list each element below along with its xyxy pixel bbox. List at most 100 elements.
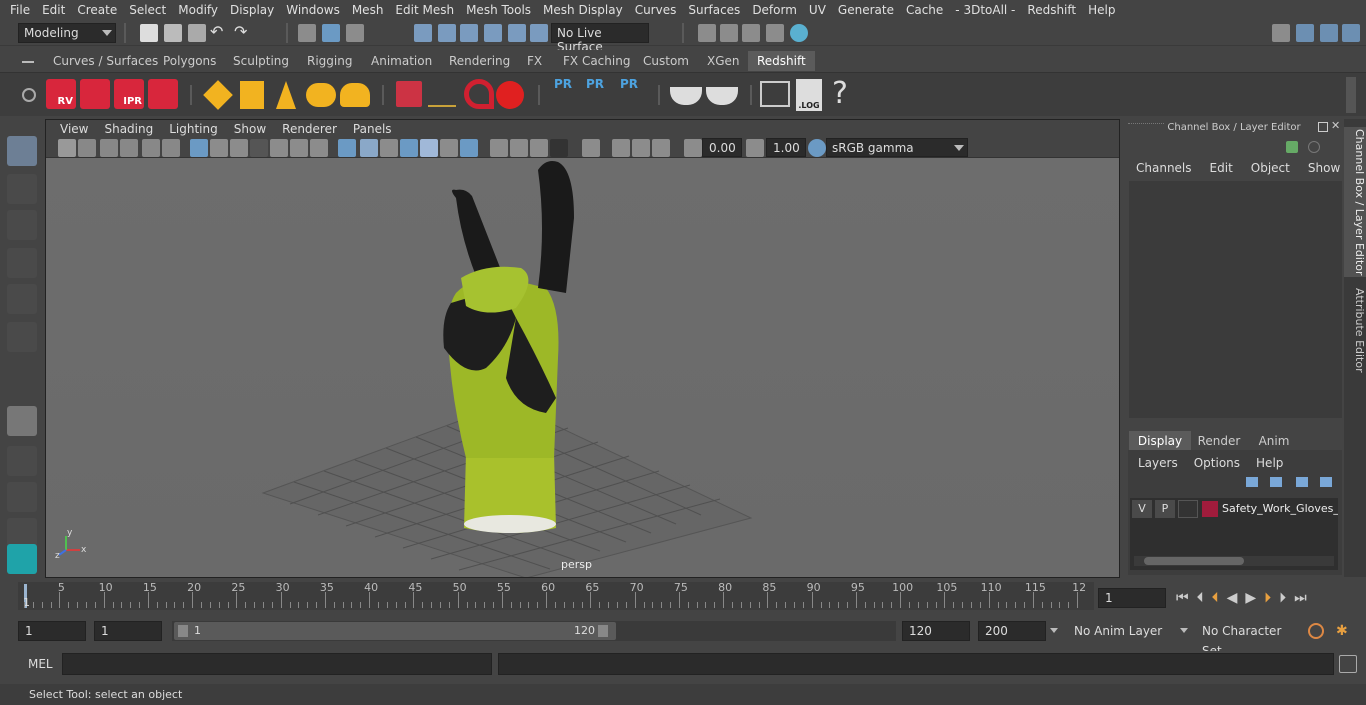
grease-pencil-icon[interactable] <box>162 139 180 157</box>
resolution-gate-icon[interactable] <box>230 139 248 157</box>
new-layer-selected-icon[interactable] <box>1320 477 1332 487</box>
bookmark-icon[interactable] <box>100 139 118 157</box>
select-by-object-icon[interactable] <box>322 24 340 42</box>
shelf-scroll-icon[interactable] <box>1346 77 1356 113</box>
menu-display[interactable]: Display <box>224 3 280 17</box>
layer-menu-layers[interactable]: Layers <box>1138 456 1178 470</box>
snap-surface-icon[interactable] <box>508 24 526 42</box>
menu-3dtoall[interactable]: - 3DtoAll - <box>949 3 1021 17</box>
ipr-render-icon[interactable] <box>742 24 760 42</box>
tab-render[interactable]: Render <box>1191 431 1247 451</box>
snap-curve-icon[interactable] <box>438 24 456 42</box>
menu-select[interactable]: Select <box>123 3 172 17</box>
menu-generate[interactable]: Generate <box>832 3 900 17</box>
curve-shader-icon[interactable] <box>464 79 494 109</box>
horizontal-scrollbar[interactable] <box>1134 556 1334 566</box>
drag-handle[interactable] <box>1128 123 1164 127</box>
range-start-grip[interactable] <box>178 625 188 637</box>
ipr-icon[interactable]: IPR <box>114 79 144 109</box>
animation-preferences-icon[interactable]: ✱ <box>1336 623 1352 639</box>
image-plane-icon[interactable] <box>120 139 138 157</box>
shelf-tab-polygons[interactable]: Polygons <box>154 51 225 71</box>
channel-menu-show[interactable]: Show <box>1308 161 1340 177</box>
perspective-viewport[interactable]: x y z persp <box>46 158 1119 577</box>
chevron-down-icon[interactable] <box>1050 628 1058 633</box>
anim-layer-selector[interactable]: No Anim Layer <box>1068 621 1194 641</box>
layer-display-type-toggle[interactable] <box>1178 500 1198 518</box>
bake-icon[interactable] <box>670 87 702 105</box>
exposure-field[interactable]: 0.00 <box>702 138 742 157</box>
move-layer-up-icon[interactable] <box>1246 477 1258 487</box>
render-options-gear-icon[interactable] <box>148 79 178 109</box>
play-backward-icon[interactable]: ◀ <box>1227 590 1238 606</box>
menu-curves[interactable]: Curves <box>629 3 683 17</box>
material-ball-icon[interactable] <box>496 81 524 109</box>
auto-key-icon[interactable] <box>1308 623 1324 639</box>
side-tab-attribute-editor[interactable]: Attribute Editor <box>1344 285 1366 375</box>
toggle-attribute-icon[interactable] <box>1320 24 1338 42</box>
menu-redshift[interactable]: Redshift <box>1021 3 1082 17</box>
shelf-tab-xgen[interactable]: XGen <box>698 51 749 71</box>
shadows-icon[interactable] <box>460 139 478 157</box>
rv-render-view-icon[interactable]: RV <box>46 79 76 109</box>
layer-color-swatch[interactable] <box>1202 501 1218 517</box>
side-tab-channel-box[interactable]: Channel Box / Layer Editor <box>1344 127 1366 277</box>
menu-deform[interactable]: Deform <box>746 3 803 17</box>
channel-menu-object[interactable]: Object <box>1251 161 1290 177</box>
shelf-tab-curves-surfaces[interactable]: Curves / Surfaces <box>44 51 167 71</box>
help-question-icon[interactable]: ? <box>832 77 852 111</box>
pr-object-properties-icon[interactable]: PR <box>554 77 578 111</box>
light-dome-icon[interactable] <box>306 83 336 107</box>
menu-cache[interactable]: Cache <box>900 3 949 17</box>
channel-list-area[interactable] <box>1129 181 1342 418</box>
script-language-label[interactable]: MEL <box>28 657 53 671</box>
menu-mesh[interactable]: Mesh <box>346 3 390 17</box>
playback-end-field[interactable]: 120 <box>902 621 970 641</box>
toggle-panel-icon[interactable] <box>1296 24 1314 42</box>
xray-joints-icon[interactable] <box>652 139 670 157</box>
panel-menu-shading[interactable]: Shading <box>96 122 161 136</box>
volume-grid-icon[interactable] <box>396 81 422 107</box>
live-surface-field[interactable]: No Live Surface <box>551 23 649 54</box>
safe-action-icon[interactable] <box>290 139 308 157</box>
range-slider[interactable]: 1 120 <box>172 621 896 641</box>
bake-options-icon[interactable] <box>706 87 738 105</box>
menu-file[interactable]: File <box>4 3 36 17</box>
gamma-icon[interactable] <box>746 139 764 157</box>
four-view-layout-icon[interactable] <box>7 446 37 476</box>
shelf-tab-custom[interactable]: Custom <box>634 51 698 71</box>
motion-blur-icon[interactable] <box>510 139 528 157</box>
undo-icon[interactable]: ↶ <box>210 24 228 42</box>
step-forward-frame-icon[interactable]: ⏵ <box>1264 590 1271 606</box>
hair-icon[interactable] <box>428 87 456 107</box>
lighting-icon[interactable] <box>440 139 458 157</box>
channel-option-icon[interactable] <box>1308 141 1320 153</box>
redshift-proxy-icon[interactable] <box>240 81 264 109</box>
render-frame-icon[interactable] <box>720 24 738 42</box>
menu-mesh-display[interactable]: Mesh Display <box>537 3 629 17</box>
panel-menu-panels[interactable]: Panels <box>345 122 400 136</box>
select-tool-icon[interactable] <box>7 136 37 166</box>
view-transform-selector[interactable]: sRGB gamma <box>826 138 968 157</box>
workspace-icon[interactable] <box>1272 24 1290 42</box>
redo-icon[interactable]: ↷ <box>234 24 252 42</box>
tab-display[interactable]: Display <box>1129 431 1191 451</box>
pr-export-icon[interactable]: PR <box>586 77 612 111</box>
xray-icon[interactable] <box>612 139 630 157</box>
shelf-settings-gear-icon[interactable] <box>22 88 36 102</box>
shelf-tab-animation[interactable]: Animation <box>362 51 441 71</box>
light-spot-icon[interactable] <box>276 81 296 109</box>
wireframe-icon[interactable] <box>338 139 356 157</box>
tab-anim[interactable]: Anim <box>1247 431 1301 451</box>
layer-playback-toggle[interactable]: P <box>1155 500 1175 518</box>
step-back-key-icon[interactable]: ⏴ <box>1197 590 1204 606</box>
panel-menu-show[interactable]: Show <box>226 122 274 136</box>
open-scene-icon[interactable] <box>164 24 182 42</box>
range-slider-handle[interactable]: 1 120 <box>174 622 616 640</box>
exposure-icon[interactable] <box>684 139 702 157</box>
toggle-channel-icon[interactable] <box>1342 24 1360 42</box>
playback-start-field[interactable]: 1 <box>94 621 162 641</box>
menu-windows[interactable]: Windows <box>280 3 346 17</box>
grid-toggle-icon[interactable] <box>190 139 208 157</box>
move-layer-down-icon[interactable] <box>1270 477 1282 487</box>
